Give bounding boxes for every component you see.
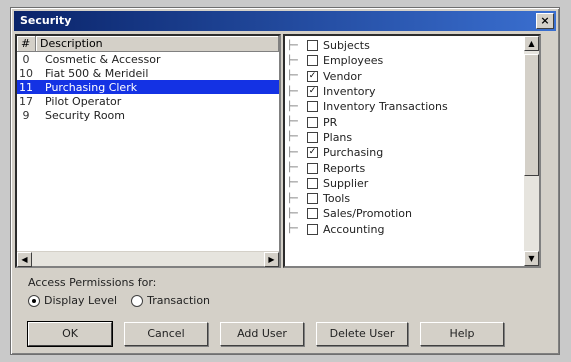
permission-checkbox[interactable]: [307, 116, 318, 128]
users-list[interactable]: # Description 0 Cosmetic & Accessor 10 Fiat…: [15, 34, 281, 268]
permission-label: Inventory Transactions: [323, 100, 448, 114]
table-row[interactable]: 17 Pilot Operator: [17, 94, 279, 108]
access-permissions-label: Access Permissions for:: [28, 276, 157, 289]
permission-label: Employees: [323, 54, 384, 68]
row-id: 10: [19, 66, 33, 80]
column-header-id[interactable]: #: [17, 36, 36, 51]
permission-item[interactable]: ├─ ✓ Vendor: [287, 69, 523, 84]
users-list-header: # Description: [17, 36, 279, 52]
tree-line-icon: ├─: [287, 101, 298, 112]
permission-checkbox[interactable]: ✓: [307, 147, 318, 159]
permission-item[interactable]: ├─ Accounting: [287, 222, 523, 237]
permission-checkbox[interactable]: [307, 162, 318, 174]
row-id: 11: [19, 80, 33, 94]
help-button[interactable]: Help: [420, 322, 504, 346]
delete-user-button[interactable]: Delete User: [316, 322, 408, 346]
row-id: 0: [22, 52, 30, 66]
row-description: Purchasing Clerk: [45, 80, 138, 94]
permission-checkbox[interactable]: ✓: [307, 70, 318, 82]
row-description: Cosmetic & Accessor: [45, 52, 161, 66]
permission-item[interactable]: ├─ ✓ Purchasing: [287, 145, 523, 160]
close-button[interactable]: ×: [536, 13, 554, 29]
row-id: 17: [19, 94, 33, 108]
permission-label: PR: [323, 115, 338, 129]
permission-checkbox[interactable]: [307, 40, 318, 52]
scroll-down-icon[interactable]: ▼: [524, 251, 539, 266]
display-level-radio[interactable]: [28, 294, 40, 307]
tree-line-icon: ├─: [287, 208, 298, 219]
permission-item[interactable]: ├─ Subjects: [287, 38, 523, 53]
horizontal-scrollbar[interactable]: ◀ ▶: [17, 251, 279, 267]
permission-item[interactable]: ├─ PR: [287, 114, 523, 129]
column-header-description[interactable]: Description: [36, 36, 279, 51]
transaction-radio[interactable]: [131, 294, 144, 307]
permission-label: Reports: [323, 161, 366, 175]
tree-line-icon: ├─: [287, 71, 298, 82]
ok-button[interactable]: OK: [27, 321, 113, 347]
tree-line-icon: ├─: [287, 117, 298, 128]
add-user-button[interactable]: Add User: [220, 322, 304, 346]
permission-label: Vendor: [323, 69, 362, 83]
permission-checkbox[interactable]: [307, 101, 318, 113]
permission-checkbox[interactable]: [307, 177, 318, 189]
transaction-label[interactable]: Transaction: [147, 294, 210, 307]
scroll-up-icon[interactable]: ▲: [524, 36, 539, 51]
permission-item[interactable]: ├─ Supplier: [287, 176, 523, 191]
permission-checkbox[interactable]: [307, 193, 318, 205]
row-description: Security Room: [45, 108, 125, 122]
title-bar: Security ×: [14, 11, 556, 31]
permission-item[interactable]: ├─ ✓ Inventory: [287, 84, 523, 99]
permission-label: Accounting: [323, 222, 385, 236]
tree-line-icon: ├─: [287, 55, 298, 66]
table-row[interactable]: 9 Security Room: [17, 108, 279, 122]
users-list-rows: 0 Cosmetic & Accessor 10 Fiat 500 & Meridei…: [17, 52, 279, 122]
vertical-scrollbar[interactable]: ▲ ▼: [524, 36, 539, 266]
permissions-rows: ├─ Subjects ├─ Employees ├─ ✓ Vendor ├─ ✓ Invento…: [287, 38, 523, 237]
permission-checkbox[interactable]: [307, 55, 318, 67]
permission-label: Tools: [323, 192, 351, 206]
permission-item[interactable]: ├─ Inventory Transactions: [287, 99, 523, 114]
tree-line-icon: ├─: [287, 163, 298, 174]
table-row[interactable]: 10 Fiat 500 & Merideil: [17, 66, 279, 80]
permission-checkbox[interactable]: [307, 131, 318, 143]
permission-label: Sales/Promotion: [323, 207, 412, 221]
cancel-button[interactable]: Cancel: [124, 322, 208, 346]
tree-line-icon: ├─: [287, 147, 298, 158]
dialog-title: Security: [20, 14, 72, 27]
permission-label: Inventory: [323, 85, 376, 99]
row-id: 9: [22, 108, 30, 122]
tree-line-icon: ├─: [287, 224, 298, 235]
permission-item[interactable]: ├─ Sales/Promotion: [287, 206, 523, 221]
row-description: Pilot Operator: [45, 94, 122, 108]
tree-line-icon: ├─: [287, 178, 298, 189]
access-permission-options: Display Level Transaction: [28, 294, 224, 307]
tree-line-icon: ├─: [287, 132, 298, 143]
scroll-right-icon[interactable]: ▶: [264, 252, 279, 267]
scroll-thumb[interactable]: [524, 54, 539, 176]
permission-label: Subjects: [323, 39, 370, 53]
row-description: Fiat 500 & Merideil: [45, 66, 149, 80]
permission-label: Plans: [323, 130, 353, 144]
display-level-label[interactable]: Display Level: [44, 294, 117, 307]
permission-label: Purchasing: [323, 146, 384, 160]
permission-item[interactable]: ├─ Plans: [287, 130, 523, 145]
tree-line-icon: ├─: [287, 193, 298, 204]
permission-item[interactable]: ├─ Employees: [287, 53, 523, 68]
permission-label: Supplier: [323, 176, 369, 190]
button-row: OK Cancel Add User Delete User Help: [20, 321, 530, 347]
permission-checkbox[interactable]: [307, 208, 318, 220]
scroll-left-icon[interactable]: ◀: [17, 252, 32, 267]
tree-line-icon: ├─: [287, 40, 298, 51]
table-row[interactable]: 0 Cosmetic & Accessor: [17, 52, 279, 66]
permission-item[interactable]: ├─ Reports: [287, 160, 523, 175]
tree-line-icon: ├─: [287, 86, 298, 97]
permission-checkbox[interactable]: ✓: [307, 86, 318, 98]
permission-item[interactable]: ├─ Tools: [287, 191, 523, 206]
table-row[interactable]: 11 Purchasing Clerk: [17, 80, 279, 94]
permission-checkbox[interactable]: [307, 223, 318, 235]
permissions-list[interactable]: ├─ Subjects ├─ Employees ├─ ✓ Vendor ├─ ✓ Invento…: [283, 34, 541, 268]
